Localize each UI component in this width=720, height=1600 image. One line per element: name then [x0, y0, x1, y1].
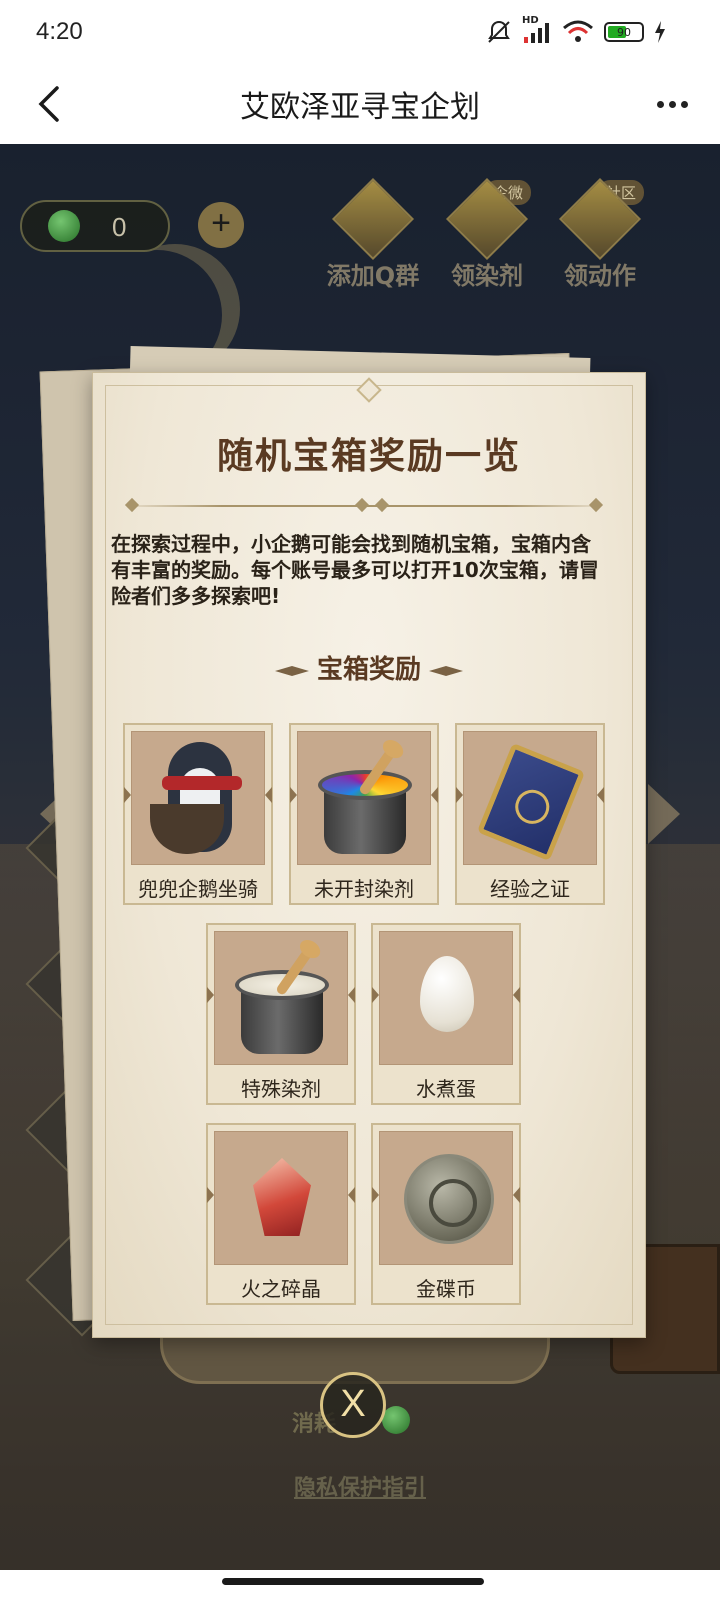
boiled-egg-icon: [379, 931, 513, 1065]
intro-text: 在探索过程中，小企鹅可能会找到随机宝箱，宝箱内含有丰富的奖励。每个账号最多可以打…: [111, 532, 599, 608]
reward-card: 经验之证: [455, 723, 605, 905]
ornament-icon: [356, 377, 382, 403]
section-title-text: 宝箱奖励: [316, 655, 421, 685]
reward-name: 金碟币: [416, 1277, 476, 1301]
reward-name: 未开封染剂: [314, 877, 414, 901]
mute-bell-icon: [488, 20, 510, 43]
charging-icon: [655, 21, 665, 43]
more-dots-icon: [656, 100, 664, 108]
rainbow-dye-bucket-icon: [297, 731, 431, 865]
close-button[interactable]: X: [320, 1372, 386, 1438]
experience-card-icon: [463, 731, 597, 865]
app-header: 艾欧泽亚寻宝企划: [0, 64, 720, 144]
reward-card: 特殊染剂: [206, 923, 356, 1105]
fire-shard-icon: [214, 1131, 348, 1265]
status-bar: 4:20 HD 90: [0, 0, 720, 64]
system-nav-bar: [0, 1570, 720, 1600]
reward-modal: 随机宝箱奖励一览 在探索过程中，小企鹅可能会找到随机宝箱，宝箱内含有丰富的奖励。…: [92, 372, 646, 1338]
battery-icon: 90: [604, 22, 644, 42]
wifi-icon: [563, 20, 593, 42]
status-icons: HD 90: [486, 15, 666, 46]
modal-title: 随机宝箱奖励一览: [216, 435, 521, 477]
more-button[interactable]: [644, 78, 700, 130]
reward-name: 经验之证: [490, 877, 570, 901]
status-time: 4:20: [36, 18, 83, 45]
battery-level: 90: [617, 25, 631, 39]
penguin-mount-icon: [131, 731, 265, 865]
reward-name: 水煮蛋: [416, 1077, 476, 1101]
ornament-icon: [274, 666, 309, 676]
reward-card: 水煮蛋: [371, 923, 521, 1105]
reward-card: 兜兜企鹅坐骑: [123, 723, 273, 905]
signal-icon: HD: [522, 15, 552, 45]
reward-card: 金碟币: [371, 1123, 521, 1305]
white-dye-bucket-icon: [214, 931, 348, 1065]
home-indicator[interactable]: [222, 1578, 484, 1585]
reward-name: 火之碎晶: [241, 1277, 321, 1301]
gold-saucer-coin-icon: [379, 1131, 513, 1265]
divider: [124, 497, 604, 513]
ornament-icon: [429, 666, 463, 676]
page-title: 艾欧泽亚寻宝企划: [240, 90, 480, 125]
section-title: 宝箱奖励: [93, 649, 645, 686]
reward-card: 火之碎晶: [206, 1123, 356, 1305]
reward-card: 未开封染剂: [289, 723, 439, 905]
reward-name: 兜兜企鹅坐骑: [138, 877, 258, 901]
reward-name: 特殊染剂: [241, 1077, 321, 1101]
